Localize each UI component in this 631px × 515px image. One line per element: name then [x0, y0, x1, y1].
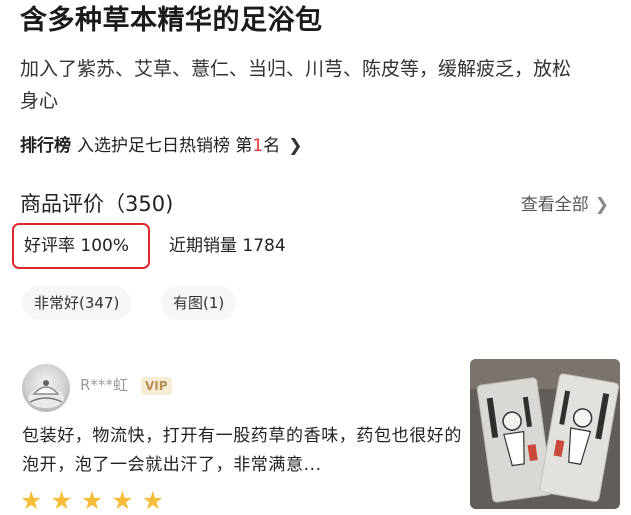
reviews-section-title: 商品评价（350)	[20, 192, 174, 216]
rating-stars: ★★★★★	[20, 486, 173, 515]
recent-sales: 近期销量 1784	[169, 236, 286, 256]
reviewer-username: R***虹	[80, 376, 128, 394]
ranking-number: 1	[252, 136, 264, 156]
chevron-right-icon: ❯	[288, 136, 303, 156]
ranking-row[interactable]: 排行榜 入选护足七日热销榜 第1名 ❯	[20, 133, 302, 159]
ranking-tag: 排行榜	[20, 136, 71, 156]
chevron-right-icon: ❯	[594, 195, 609, 215]
review-text[interactable]: 包装好，物流快，打开有一股药草的香味，药包也很好的泡开，泡了一会就出汗了，非常满…	[22, 422, 462, 480]
product-photo-icon	[470, 359, 620, 509]
ranking-text-prefix: 入选护足七日热销榜 第	[77, 136, 253, 156]
good-rate: 好评率 100%	[24, 236, 130, 256]
product-description: 加入了紫苏、艾草、薏仁、当归、川芎、陈皮等，缓解疲乏，放松身心	[20, 58, 572, 112]
filter-chip-with-photo[interactable]: 有图(1)	[161, 286, 237, 320]
avatar-image-icon	[28, 380, 64, 408]
avatar[interactable]	[22, 364, 70, 412]
view-all-link[interactable]: 查看全部 ❯	[521, 192, 609, 218]
product-title: 含多种草本精华的足浴包	[20, 5, 323, 36]
view-all-label: 查看全部	[520, 195, 589, 215]
review-photo[interactable]	[470, 359, 620, 509]
ranking-text-suffix: 名	[263, 136, 281, 156]
filter-chip-very-good[interactable]: 非常好(347)	[22, 286, 132, 320]
vip-badge: VIP	[141, 377, 172, 395]
